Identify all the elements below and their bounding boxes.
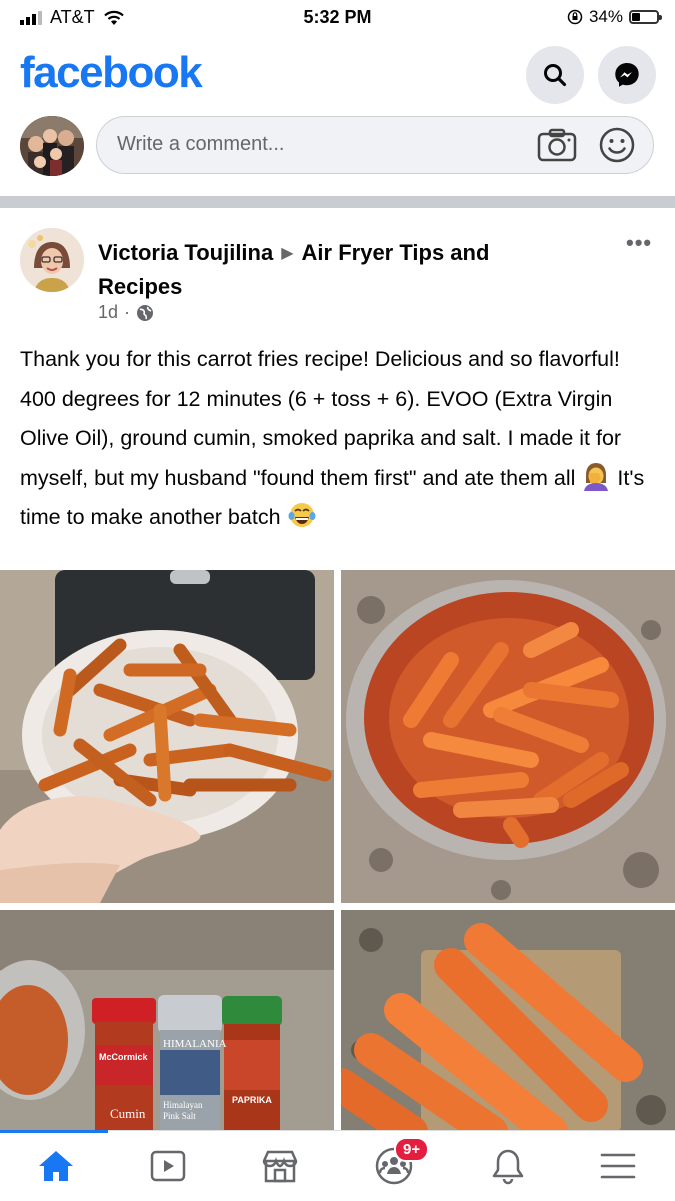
raw-carrot-sticks-image: [341, 570, 675, 903]
photo-raw-carrots-bowl[interactable]: [341, 570, 675, 903]
battery-fill: [632, 13, 640, 21]
rotation-lock-icon: [567, 9, 583, 25]
facebook-logo[interactable]: facebook: [20, 48, 203, 98]
globe-icon: [137, 304, 154, 321]
messenger-button[interactable]: [598, 46, 656, 104]
tab-groups[interactable]: 9+: [364, 1137, 430, 1189]
video-icon: [150, 1150, 186, 1182]
photo-whole-carrots[interactable]: [341, 910, 675, 1132]
post-text: Thank you for this carrot fries recipe! …: [20, 340, 660, 538]
more-options-button[interactable]: •••: [626, 230, 652, 256]
paprika-label: PAPRIKA: [232, 1095, 272, 1105]
post-text-main: Thank you for this carrot fries recipe! …: [20, 347, 622, 490]
battery-percent: 34%: [588, 7, 623, 26]
tab-marketplace[interactable]: [250, 1143, 310, 1189]
marketplace-icon: [262, 1150, 298, 1183]
post-title: Victoria Toujilina ▶ Air Fryer Tips and Re…: [98, 236, 568, 303]
menu-icon: [600, 1153, 636, 1179]
family-photo: [20, 116, 84, 176]
tab-watch[interactable]: [138, 1143, 198, 1189]
bell-icon: [492, 1149, 524, 1185]
status-right: 34%: [567, 7, 662, 27]
cumin-brand-label: McCormick: [99, 1052, 148, 1062]
post-meta: 1d ·: [98, 302, 154, 323]
smiley-icon[interactable]: [597, 125, 637, 165]
author-photo: [20, 228, 84, 292]
search-icon: [544, 64, 567, 87]
meta-separator: ·: [124, 302, 131, 322]
salt-brand-label: HIMALANIA: [163, 1038, 227, 1050]
tears-of-joy-emoji-icon: [288, 503, 316, 527]
caret-right-icon: ▶: [281, 245, 294, 262]
author-name[interactable]: Victoria Toujilina: [98, 240, 273, 265]
status-bar: AT&T 5:32 PM 34%: [0, 0, 675, 36]
bottom-tab-bar: 9+: [0, 1130, 675, 1201]
tab-home[interactable]: [26, 1143, 86, 1189]
carrot-fries-image: [0, 570, 334, 903]
camera-icon[interactable]: [537, 127, 577, 163]
battery-icon: [629, 10, 662, 24]
search-button[interactable]: [526, 46, 584, 104]
tab-menu[interactable]: [588, 1143, 648, 1189]
cumin-label: Cumin: [110, 1106, 146, 1121]
active-tab-indicator: [0, 1130, 108, 1133]
feed-divider: [0, 196, 675, 208]
tab-notifications[interactable]: [478, 1143, 538, 1189]
messenger-icon: [615, 63, 639, 87]
photo-carrot-fries[interactable]: [0, 570, 334, 903]
whole-carrots-image: [341, 910, 675, 1132]
groups-badge: 9+: [394, 1137, 430, 1162]
profile-avatar[interactable]: [20, 116, 84, 176]
photo-spices[interactable]: McCormick Cumin HIMALANIA Himalayan Pink…: [0, 910, 334, 1132]
home-icon: [39, 1151, 73, 1181]
comment-input[interactable]: Write a comment...: [96, 116, 654, 174]
comment-placeholder: Write a comment...: [117, 133, 285, 155]
post-time[interactable]: 1d: [98, 302, 118, 323]
author-avatar[interactable]: [20, 228, 84, 292]
facepalm-emoji-icon: [584, 462, 609, 491]
salt-label: Himalayan Pink Salt: [163, 1100, 203, 1121]
spice-jars-image: [0, 910, 334, 1132]
